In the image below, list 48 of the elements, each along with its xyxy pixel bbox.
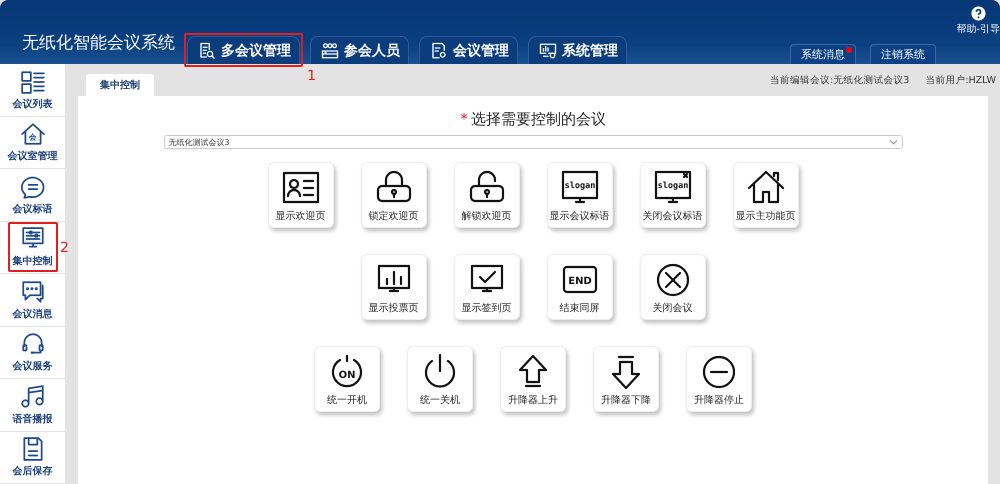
- app-title: 无纸化智能会议系统: [21, 32, 176, 55]
- control-button[interactable]: slogan 显示会议标语: [546, 162, 612, 228]
- control-button[interactable]: 升降器下降: [593, 346, 659, 412]
- control-button[interactable]: END 结束同屏: [546, 254, 612, 320]
- meeting-select[interactable]: 无纸化测试会议3: [164, 135, 902, 149]
- control-button[interactable]: ON 统一开机: [314, 346, 380, 412]
- sidebar-item[interactable]: 会议消息: [8, 274, 58, 325]
- page-tab[interactable]: 集中控制: [86, 74, 154, 96]
- nav-tab[interactable]: 会议管理: [419, 36, 518, 64]
- chevron-down-icon: [888, 139, 898, 145]
- monitor-gear-icon: [539, 42, 557, 60]
- chat-bubble-icon: [20, 278, 46, 305]
- sidebar-item[interactable]: 语音播报: [8, 380, 58, 430]
- control-button[interactable]: 显示欢迎页: [268, 162, 334, 228]
- control-button[interactable]: 解锁欢迎页: [454, 162, 520, 228]
- callout-number: 2: [60, 240, 69, 256]
- control-button[interactable]: 显示投票页: [360, 254, 426, 320]
- document-gear-icon: [430, 42, 448, 60]
- header-button[interactable]: 注销系统: [870, 44, 936, 64]
- control-button[interactable]: slogan 关闭会议标语: [640, 162, 706, 228]
- current-user-text: 当前用户:HZLW: [925, 74, 996, 86]
- callout-number: 1: [307, 68, 316, 84]
- doc-search-icon: [198, 42, 216, 60]
- control-button[interactable]: 锁定欢迎页: [360, 162, 426, 228]
- control-button[interactable]: 升降器上升: [500, 346, 566, 412]
- nav-tab[interactable]: 参会人员: [310, 36, 409, 64]
- sidebar-item[interactable]: 会议标语: [8, 170, 58, 220]
- control-button[interactable]: 关闭会议: [640, 254, 706, 320]
- control-button[interactable]: 显示签到页: [454, 254, 520, 320]
- required-mark: *: [460, 110, 468, 129]
- nav-tab[interactable]: 多会议管理: [187, 36, 300, 64]
- people-icon: [321, 42, 339, 60]
- control-button[interactable]: 升降器停止: [686, 346, 752, 412]
- sidebar-item[interactable]: 会议服务: [8, 327, 58, 378]
- prompt-text: 选择需要控制的会议: [470, 110, 606, 129]
- control-button[interactable]: 统一关机: [407, 346, 473, 412]
- speech-bubble-icon: [20, 174, 46, 200]
- help-icon: [970, 6, 986, 21]
- header-button[interactable]: 系统消息: [790, 44, 856, 64]
- sidebar-item[interactable]: 会议列表: [8, 64, 58, 115]
- list-icon: [20, 68, 46, 95]
- music-note-icon: [20, 384, 46, 410]
- control-button[interactable]: 显示主功能页: [732, 162, 798, 228]
- sidebar-item[interactable]: 会后保存: [8, 432, 58, 482]
- help-button[interactable]: 帮助-引导: [956, 6, 1000, 36]
- nav-tab[interactable]: 系统管理: [528, 36, 627, 64]
- sidebar-item[interactable]: 集中控制: [8, 222, 58, 272]
- current-meeting-text: 当前编辑会议:无纸化测试会议3: [770, 74, 910, 86]
